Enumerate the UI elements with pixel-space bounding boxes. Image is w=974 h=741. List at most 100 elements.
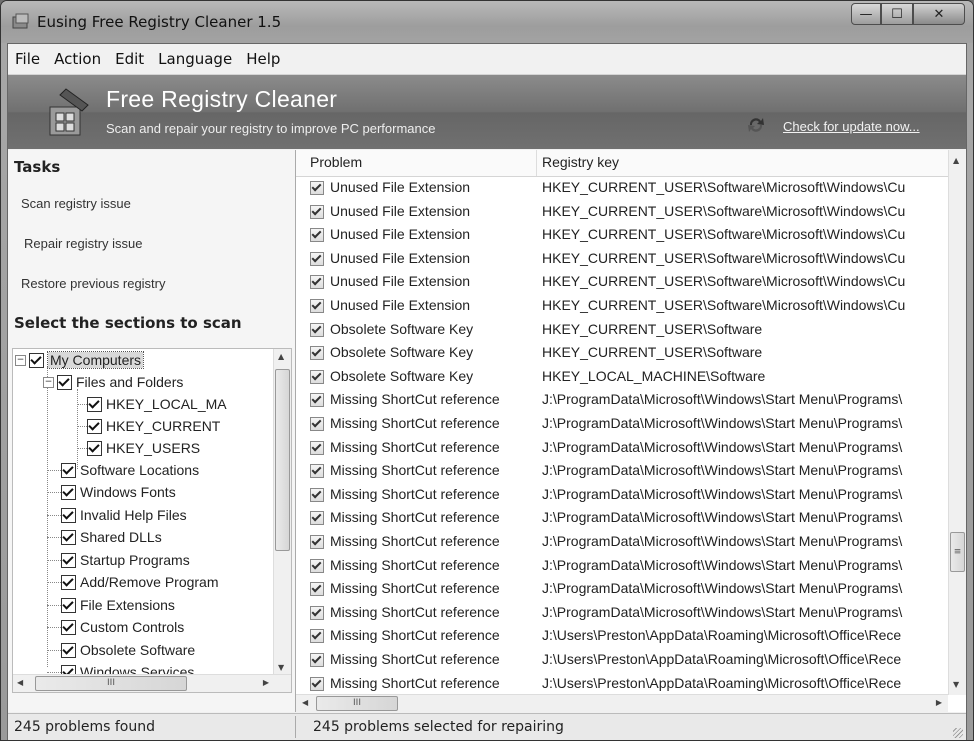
- tree-item-shared-dlls[interactable]: Shared DLLs: [61, 526, 162, 548]
- list-vertical-scrollbar[interactable]: ▲ ≡ ▼: [948, 150, 966, 695]
- row-checkbox[interactable]: [310, 251, 324, 266]
- table-row[interactable]: Missing ShortCut reference J:\ProgramData…: [296, 554, 948, 578]
- tree-item-hkey-local-machine[interactable]: HKEY_LOCAL_MA: [87, 393, 227, 415]
- tree-vertical-scrollbar[interactable]: ▲ ▼: [273, 349, 291, 675]
- row-checkbox[interactable]: [310, 558, 324, 573]
- tree-item-hkey-current[interactable]: HKEY_CURRENT: [87, 415, 220, 437]
- maximize-button[interactable]: ☐: [881, 3, 913, 25]
- table-row[interactable]: Obsolete Software Key HKEY_CURRENT_USER\S…: [296, 341, 948, 365]
- row-checkbox[interactable]: [310, 653, 324, 667]
- tree-item-hkey-users[interactable]: HKEY_USERS: [87, 437, 200, 459]
- row-checkbox[interactable]: [310, 346, 324, 361]
- checkbox[interactable]: [57, 374, 72, 390]
- row-checkbox[interactable]: [310, 629, 324, 644]
- table-row[interactable]: Obsolete Software Key HKEY_CURRENT_USER\S…: [296, 318, 948, 342]
- checkbox[interactable]: [61, 462, 76, 478]
- row-checkbox[interactable]: [310, 605, 324, 620]
- resize-grip[interactable]: [953, 728, 963, 738]
- check-update-link[interactable]: Check for update now...: [783, 119, 920, 134]
- table-row[interactable]: Missing ShortCut reference J:\ProgramData…: [296, 601, 948, 625]
- table-row[interactable]: Unused File Extension HKEY_CURRENT_USER\S…: [296, 176, 948, 200]
- table-row[interactable]: Missing ShortCut reference J:\ProgramData…: [296, 388, 948, 412]
- table-row[interactable]: Missing ShortCut reference J:\ProgramData…: [296, 412, 948, 436]
- scroll-thumb[interactable]: ≡: [950, 532, 965, 572]
- minimize-button[interactable]: —: [851, 3, 881, 25]
- menu-file[interactable]: File: [8, 50, 47, 68]
- table-row[interactable]: Missing ShortCut reference J:\ProgramData…: [296, 530, 948, 554]
- collapse-files-button[interactable]: −: [43, 377, 54, 388]
- table-row[interactable]: Unused File Extension HKEY_CURRENT_USER\S…: [296, 200, 948, 224]
- row-checkbox[interactable]: [310, 417, 324, 431]
- close-button[interactable]: ✕: [913, 3, 965, 25]
- table-row[interactable]: Missing ShortCut reference J:\Users\Prest…: [296, 672, 948, 695]
- table-row[interactable]: Unused File Extension HKEY_CURRENT_USER\S…: [296, 247, 948, 271]
- checkbox[interactable]: [61, 642, 76, 658]
- collapse-root-button[interactable]: −: [15, 355, 26, 366]
- scroll-right-icon[interactable]: ▶: [936, 698, 942, 707]
- checkbox[interactable]: [87, 396, 102, 412]
- task-restore-registry[interactable]: Restore previous registry: [21, 276, 166, 291]
- table-row[interactable]: Missing ShortCut reference J:\ProgramData…: [296, 483, 948, 507]
- tree-item-add-remove-program[interactable]: Add/Remove Program: [61, 571, 219, 593]
- scroll-thumb[interactable]: [275, 369, 290, 551]
- row-checkbox[interactable]: [310, 393, 324, 408]
- table-row[interactable]: Missing ShortCut reference J:\ProgramData…: [296, 506, 948, 530]
- row-checkbox[interactable]: [310, 487, 324, 502]
- row-checkbox[interactable]: [310, 204, 324, 219]
- tree-item-invalid-help-files[interactable]: Invalid Help Files: [61, 504, 187, 526]
- scroll-up-icon[interactable]: ▲: [278, 352, 284, 361]
- scroll-left-icon[interactable]: ◀: [17, 678, 23, 687]
- task-repair-registry[interactable]: Repair registry issue: [24, 236, 143, 251]
- row-checkbox[interactable]: [310, 440, 324, 455]
- column-registry-key-header[interactable]: Registry key: [542, 154, 619, 170]
- tree-item-custom-controls[interactable]: Custom Controls: [61, 616, 184, 638]
- menu-action[interactable]: Action: [47, 50, 108, 68]
- row-checkbox[interactable]: [310, 299, 324, 313]
- row-checkbox[interactable]: [310, 322, 324, 337]
- menu-language[interactable]: Language: [151, 50, 239, 68]
- tree-item-software-locations[interactable]: Software Locations: [61, 459, 199, 481]
- table-row[interactable]: Unused File Extension HKEY_CURRENT_USER\S…: [296, 294, 948, 318]
- menu-help[interactable]: Help: [239, 50, 287, 68]
- table-row[interactable]: Unused File Extension HKEY_CURRENT_USER\S…: [296, 223, 948, 247]
- list-horizontal-scrollbar[interactable]: ◀ III ▶: [296, 694, 948, 712]
- table-row[interactable]: Missing ShortCut reference J:\Users\Prest…: [296, 624, 948, 648]
- checkbox[interactable]: [61, 484, 76, 500]
- table-row[interactable]: Missing ShortCut reference J:\ProgramData…: [296, 577, 948, 601]
- table-row[interactable]: Missing ShortCut reference J:\ProgramData…: [296, 436, 948, 460]
- scroll-down-icon[interactable]: ▼: [953, 680, 959, 689]
- checkbox[interactable]: [61, 597, 76, 613]
- menu-edit[interactable]: Edit: [108, 50, 151, 68]
- checkbox[interactable]: [87, 440, 102, 456]
- checkbox[interactable]: [29, 352, 44, 368]
- tree-item-obsolete-software[interactable]: Obsolete Software: [61, 639, 195, 661]
- row-checkbox[interactable]: [310, 535, 324, 549]
- checkbox[interactable]: [61, 529, 76, 545]
- column-problem-header[interactable]: Problem: [310, 154, 362, 170]
- scroll-down-icon[interactable]: ▼: [278, 663, 284, 672]
- row-checkbox[interactable]: [310, 511, 324, 526]
- scroll-thumb[interactable]: III: [316, 696, 398, 711]
- table-row[interactable]: Unused File Extension HKEY_CURRENT_USER\S…: [296, 270, 948, 294]
- tree-item-startup-programs[interactable]: Startup Programs: [61, 549, 190, 571]
- tree-horizontal-scrollbar[interactable]: ◀ III ▶: [13, 674, 291, 692]
- tree-item-file-extensions[interactable]: File Extensions: [61, 594, 175, 616]
- row-checkbox[interactable]: [310, 181, 324, 195]
- row-checkbox[interactable]: [310, 228, 324, 243]
- row-checkbox[interactable]: [310, 582, 324, 597]
- row-checkbox[interactable]: [310, 464, 324, 479]
- scroll-up-icon[interactable]: ▲: [953, 156, 959, 165]
- scroll-left-icon[interactable]: ◀: [302, 698, 308, 707]
- row-checkbox[interactable]: [310, 369, 324, 384]
- checkbox[interactable]: [61, 552, 76, 568]
- checkbox[interactable]: [61, 574, 76, 590]
- table-row[interactable]: Missing ShortCut reference J:\Users\Prest…: [296, 648, 948, 672]
- checkbox[interactable]: [87, 418, 102, 434]
- table-row[interactable]: Missing ShortCut reference J:\ProgramData…: [296, 459, 948, 483]
- scroll-thumb[interactable]: III: [35, 676, 187, 691]
- tree-item-my-computers[interactable]: My Computers: [29, 349, 145, 371]
- scroll-right-icon[interactable]: ▶: [263, 678, 269, 687]
- table-row[interactable]: Obsolete Software Key HKEY_LOCAL_MACHINE\…: [296, 365, 948, 389]
- tree-item-files-and-folders[interactable]: Files and Folders: [57, 371, 183, 393]
- tree-item-windows-fonts[interactable]: Windows Fonts: [61, 481, 176, 503]
